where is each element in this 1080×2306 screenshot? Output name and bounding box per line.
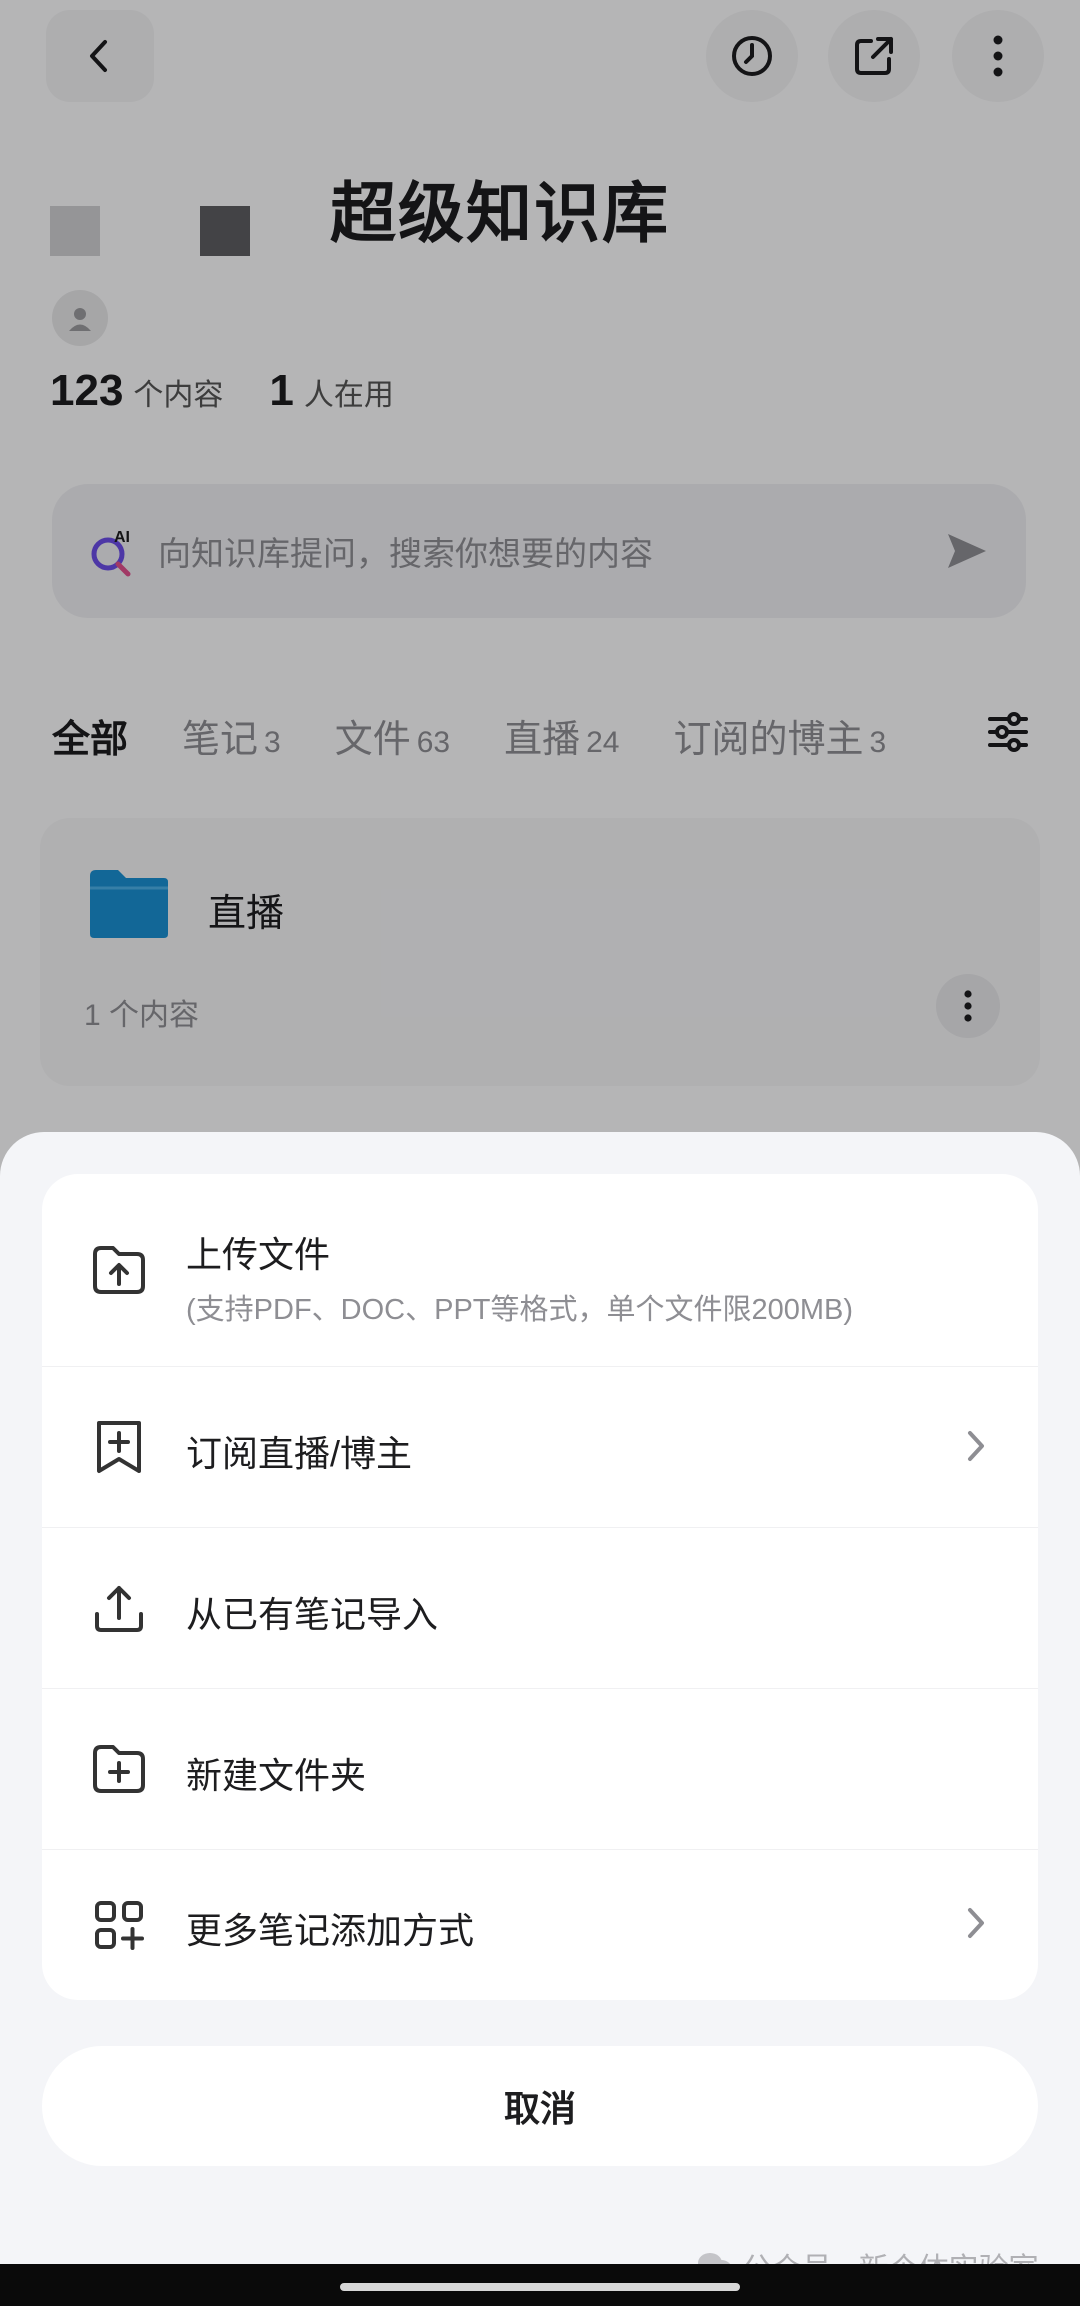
upload-folder-icon <box>84 1235 154 1305</box>
menu-item-subscribe-live[interactable]: 订阅直播/博主 <box>42 1367 1038 1527</box>
menu-item-label: 新建文件夹 <box>186 1755 367 1796</box>
grid-plus-icon <box>84 1890 154 1960</box>
chevron-right-icon <box>968 1431 984 1461</box>
menu-item-label: 订阅直播/博主 <box>186 1433 413 1474</box>
cancel-button[interactable]: 取消 <box>42 2046 1038 2166</box>
menu-item-new-folder[interactable]: 新建文件夹 <box>42 1689 1038 1849</box>
menu-item-upload-file[interactable]: 上传文件 (支持PDF、DOC、PPT等格式，单个文件限200MB) <box>42 1174 1038 1366</box>
menu-item-label: 上传文件 <box>186 1234 331 1275</box>
menu-item-sublabel: (支持PDF、DOC、PPT等格式，单个文件限200MB) <box>186 1294 854 1326</box>
add-options-menu: 上传文件 (支持PDF、DOC、PPT等格式，单个文件限200MB) 订阅直播/… <box>42 1174 1038 2000</box>
bookmark-plus-icon <box>84 1412 154 1482</box>
menu-item-label: 更多笔记添加方式 <box>186 1910 475 1951</box>
menu-item-more-methods[interactable]: 更多笔记添加方式 <box>42 1850 1038 2000</box>
folder-plus-icon <box>84 1734 154 1804</box>
chevron-right-icon <box>968 1908 984 1938</box>
upload-icon <box>84 1573 154 1643</box>
menu-item-import-notes[interactable]: 从已有笔记导入 <box>42 1528 1038 1688</box>
menu-item-label: 从已有笔记导入 <box>186 1594 439 1635</box>
add-content-sheet: 上传文件 (支持PDF、DOC、PPT等格式，单个文件限200MB) 订阅直播/… <box>0 1132 1080 2264</box>
home-indicator[interactable] <box>340 2283 740 2291</box>
